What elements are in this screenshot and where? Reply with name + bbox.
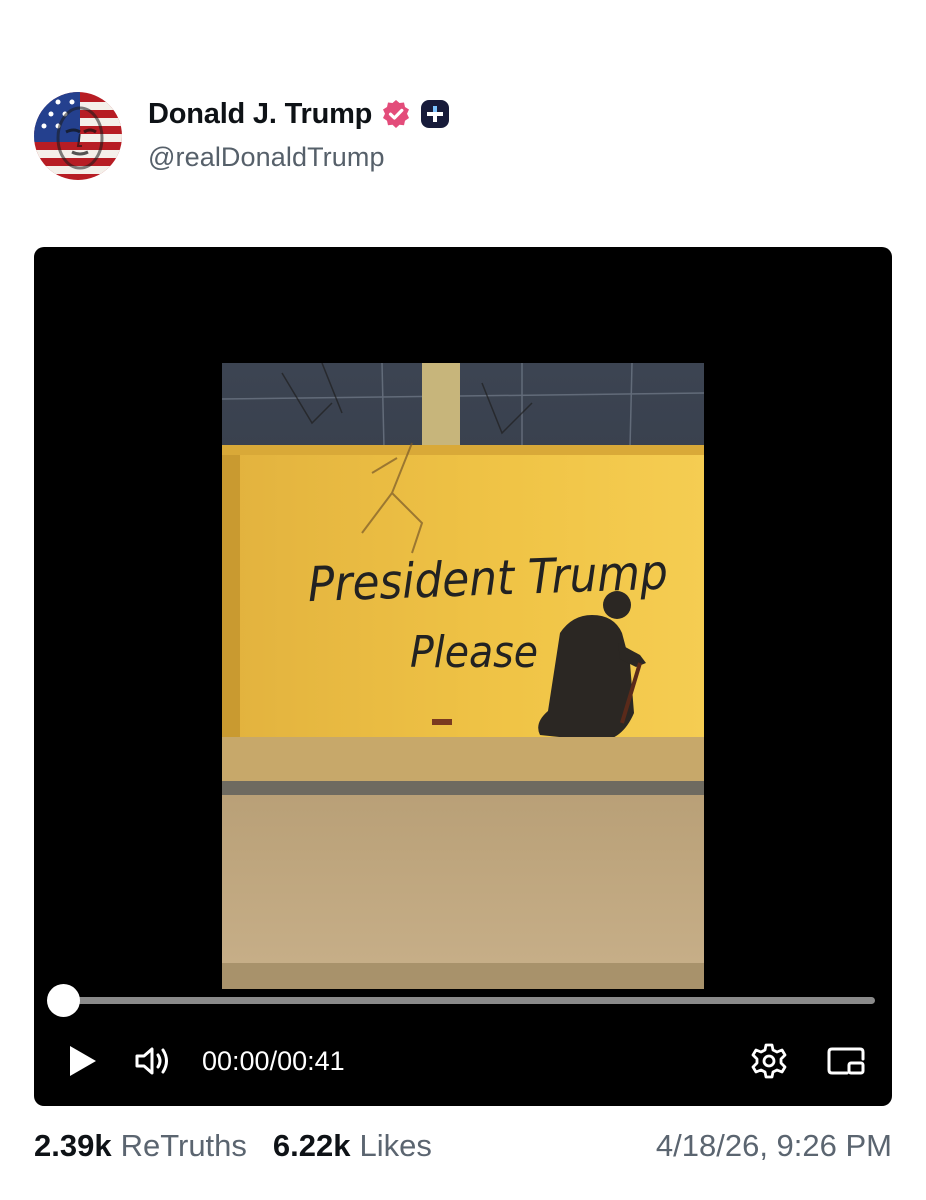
picture-in-picture-button[interactable] (826, 1042, 866, 1080)
likes-count: 6.22k (272, 1128, 351, 1163)
likes-stat[interactable]: 6.22k Likes (273, 1128, 432, 1164)
retruths-label: ReTruths (120, 1128, 247, 1163)
time-separator: / (269, 1046, 278, 1076)
retruths-stat[interactable]: 2.39k ReTruths (34, 1128, 247, 1164)
picture-in-picture-icon (827, 1047, 865, 1075)
author-handle[interactable]: @realDonaldTrump (148, 142, 385, 173)
post-stats: 2.39k ReTruths 6.22k Likes (34, 1128, 432, 1168)
current-time: 00:00 (202, 1046, 270, 1076)
settings-button[interactable] (750, 1042, 788, 1080)
play-icon (70, 1046, 96, 1076)
duration: 00:41 (277, 1046, 345, 1076)
post-timestamp[interactable]: 4/18/26, 9:26 PM (656, 1128, 892, 1168)
likes-label: Likes (359, 1128, 432, 1163)
video-player[interactable]: President Trump Please 00:00/00:41 (34, 247, 892, 1106)
graffiti-line2: Please (410, 627, 538, 678)
truth-plus-icon (420, 99, 450, 129)
avatar[interactable] (34, 92, 122, 180)
progress-bar[interactable] (64, 997, 875, 1004)
play-button[interactable] (64, 1042, 102, 1080)
progress-thumb[interactable] (47, 984, 80, 1017)
volume-button[interactable] (134, 1042, 174, 1080)
verified-badge-icon (380, 98, 412, 130)
gear-icon (751, 1043, 787, 1079)
time-display: 00:00/00:41 (202, 1042, 345, 1080)
display-name[interactable]: Donald J. Trump (148, 98, 372, 131)
retruths-count: 2.39k (34, 1128, 112, 1163)
avatar-flag-portrait-icon (34, 92, 122, 180)
volume-icon (135, 1047, 168, 1075)
author-name-row: Donald J. Trump (148, 97, 450, 131)
video-frame: President Trump Please (222, 363, 704, 989)
